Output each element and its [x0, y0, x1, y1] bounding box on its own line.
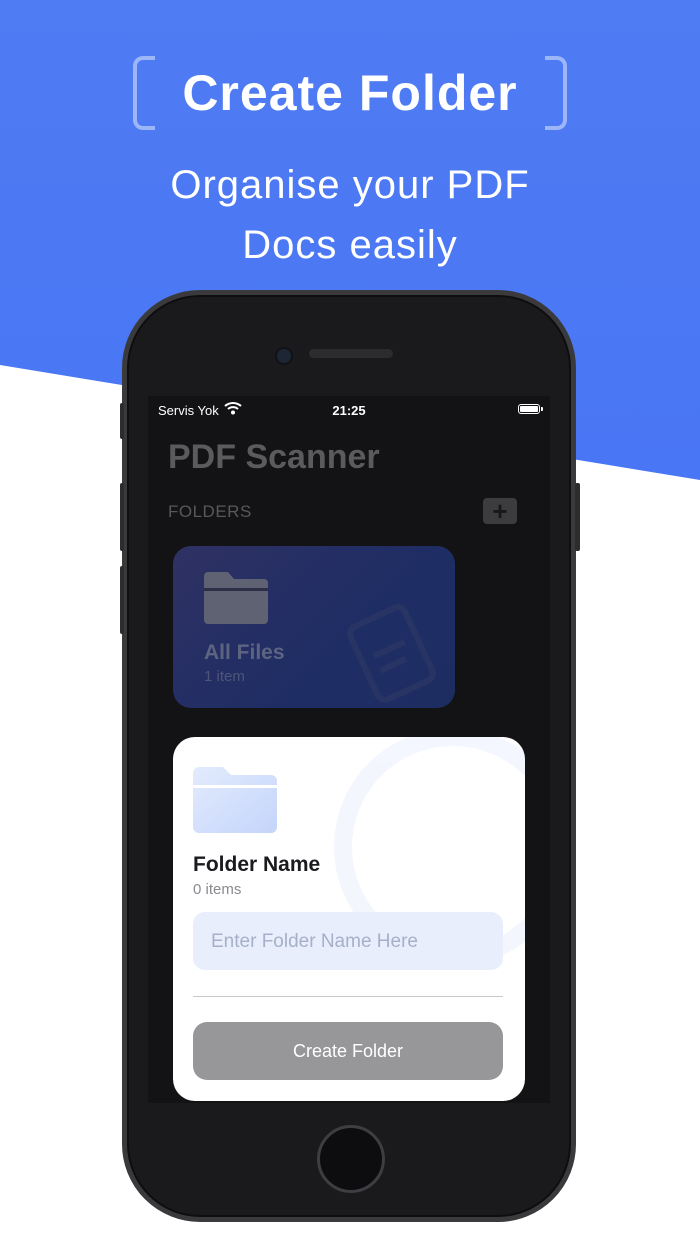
document-watermark-icon: [338, 596, 458, 721]
battery-tip: [541, 407, 543, 411]
folders-section-label: FOLDERS: [168, 502, 252, 521]
home-button[interactable]: [317, 1125, 385, 1193]
headline-frame: Create Folder: [133, 56, 567, 132]
folder-name-title: Folder Name: [193, 853, 321, 876]
battery-icon: [518, 404, 540, 414]
volume-down-button: [120, 566, 124, 634]
folder-icon: [193, 767, 277, 838]
promo-subhead: Organise your PDF Docs easily: [100, 155, 600, 275]
status-bar: Servis Yok 21:25: [148, 396, 550, 424]
create-folder-sheet: Folder Name 0 items Create Folder: [173, 737, 525, 1101]
power-button: [575, 483, 580, 551]
folder-icon: [204, 572, 268, 629]
promo-headline: Create Folder: [182, 65, 518, 121]
folder-item-count: 0 items: [193, 881, 242, 898]
folder-card-title: All Files: [204, 641, 285, 664]
earpiece-speaker: [309, 349, 393, 358]
app-title: PDF Scanner: [168, 438, 380, 476]
divider: [193, 996, 503, 997]
folder-name-input[interactable]: [209, 912, 491, 972]
mute-switch: [120, 403, 124, 439]
folder-name-field[interactable]: [193, 912, 503, 972]
promo-subhead-line2: Docs easily: [242, 223, 458, 267]
create-folder-button[interactable]: Create Folder: [193, 1022, 503, 1080]
status-time: 21:25: [332, 403, 366, 418]
volume-up-button: [120, 483, 124, 551]
add-folder-button[interactable]: +: [483, 498, 517, 524]
folder-card-count: 1 item: [204, 668, 245, 685]
front-camera: [275, 347, 293, 365]
promo-subhead-line1: Organise your PDF: [170, 163, 530, 207]
